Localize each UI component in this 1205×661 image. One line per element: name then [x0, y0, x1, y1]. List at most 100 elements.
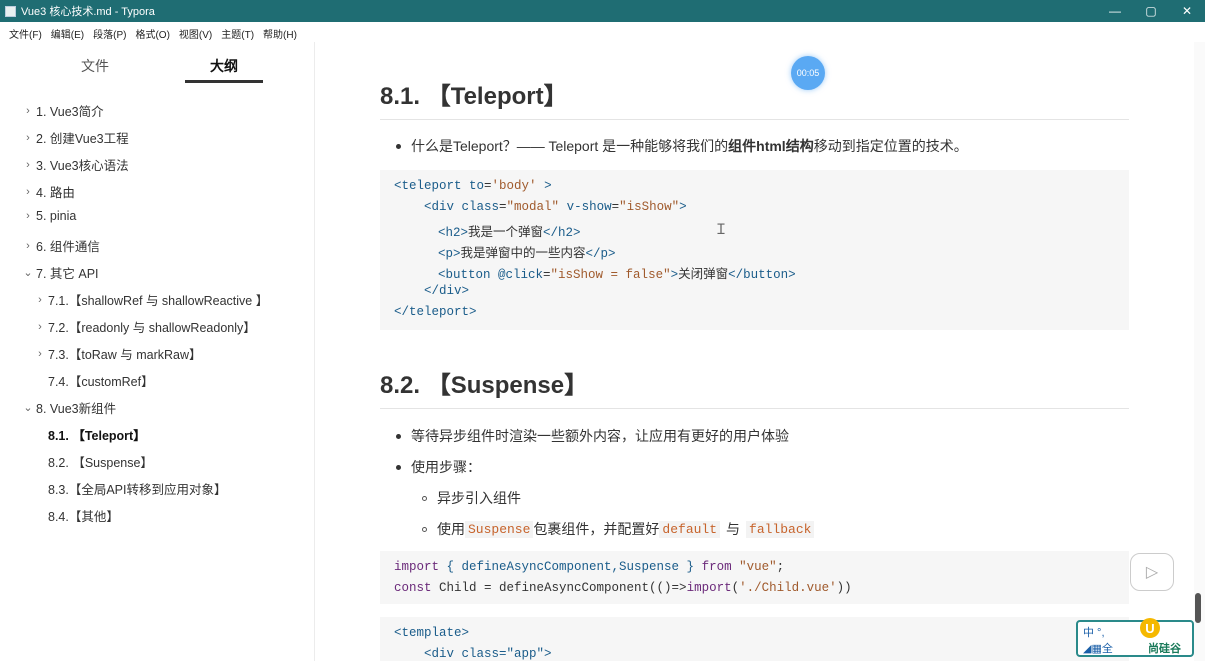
- tab-files[interactable]: 文件: [55, 56, 135, 76]
- menu-edit[interactable]: 编辑(E): [51, 26, 84, 41]
- menu-file[interactable]: 文件(F): [9, 26, 42, 41]
- outline-item-label: 8.1. 【Teleport】: [48, 429, 146, 443]
- bullet-icon: [396, 433, 401, 439]
- outline-item[interactable]: › 5. pinia: [22, 209, 76, 223]
- ime-widget[interactable]: 中 °, ◢▦全 U 尚硅谷: [1076, 618, 1194, 657]
- code-block-import[interactable]: import { defineAsyncComponent,Suspense }…: [380, 551, 1129, 604]
- heading-divider: [380, 408, 1129, 409]
- chevron-right-icon[interactable]: ›: [34, 348, 46, 360]
- ime-status-bottom: ◢▦全: [1083, 643, 1113, 655]
- chevron-right-icon[interactable]: ›: [22, 240, 34, 252]
- outline-item-active[interactable]: 8.1. 【Teleport】: [34, 425, 146, 444]
- brand-name: 尚硅谷: [1148, 643, 1181, 655]
- outline-item[interactable]: › 7.1.【shallowRef 与 shallowReactive 】: [34, 290, 268, 309]
- code-line: <div class="modal" v-show="isShow">: [424, 200, 687, 214]
- outline-item-label: 1. Vue3简介: [36, 105, 104, 119]
- chevron-right-icon[interactable]: ›: [22, 159, 34, 171]
- chevron-right-icon[interactable]: ›: [22, 132, 34, 144]
- active-tab-indicator: [185, 80, 263, 83]
- tab-outline[interactable]: 大纲: [184, 56, 264, 76]
- circle-bullet-icon: [422, 526, 427, 532]
- chevron-down-icon[interactable]: ⌄: [22, 266, 34, 279]
- brand-logo-icon: U: [1140, 618, 1160, 638]
- menu-help[interactable]: 帮助(H): [263, 26, 297, 41]
- heading-divider: [380, 119, 1129, 120]
- outline-item-label: 8.2. 【Suspense】: [48, 456, 153, 470]
- outline-item-label: 8.3.【全局API转移到应用对象】: [48, 483, 227, 497]
- sub-bullet: 使用 Suspense 包裹组件，并配置好 default 与 fallback: [422, 519, 815, 539]
- minimize-button[interactable]: —: [1097, 0, 1133, 22]
- menu-paragraph[interactable]: 段落(P): [93, 26, 126, 41]
- outline-item[interactable]: › 7.3.【toRaw 与 markRaw】: [34, 344, 201, 363]
- outline-item-label: 5. pinia: [36, 209, 77, 223]
- close-button[interactable]: ✕: [1169, 0, 1205, 22]
- sub-bullet: 异步引入组件: [422, 488, 521, 508]
- chevron-down-icon[interactable]: ⌄: [22, 401, 34, 414]
- code-block-teleport[interactable]: <teleport to='body' > <div class="modal"…: [380, 170, 1129, 330]
- para-text: 使用: [437, 521, 465, 537]
- bullet-icon: [396, 464, 401, 470]
- outline-item-label: 7.1.【shallowRef 与 shallowReactive 】: [48, 294, 269, 308]
- code-line: <teleport to='body' >: [394, 179, 552, 193]
- sidebar-tabs: 文件 大纲: [0, 42, 314, 90]
- circle-bullet-icon: [422, 495, 427, 501]
- menu-format[interactable]: 格式(O): [135, 26, 169, 41]
- chevron-right-icon[interactable]: ›: [22, 186, 34, 198]
- outline-item-label: 7.4.【customRef】: [48, 375, 154, 389]
- para-text: 等待异步组件时渲染一些额外内容，让应用有更好的用户体验: [411, 428, 789, 444]
- play-icon[interactable]: ▷: [1130, 553, 1174, 591]
- code-line: <h2>我是一个弹窗</h2>: [438, 226, 581, 240]
- outline-item-label: 4. 路由: [36, 186, 75, 200]
- outline-item[interactable]: 7.4.【customRef】: [34, 371, 154, 390]
- chevron-right-icon[interactable]: ›: [34, 294, 46, 306]
- outline-item-label: 6. 组件通信: [36, 240, 100, 254]
- bullet-paragraph: 什么是Teleport？—— Teleport 是一种能够将我们的 组件html结…: [396, 136, 968, 156]
- para-text: 什么是Teleport？—— Teleport 是一种能够将我们的: [411, 138, 729, 154]
- outline-item[interactable]: 8.3.【全局API转移到应用对象】: [34, 479, 227, 498]
- code-line: import { defineAsyncComponent,Suspense }…: [394, 560, 785, 574]
- code-line: </teleport>: [394, 305, 477, 319]
- para-bold: 组件html结构: [728, 138, 814, 154]
- chevron-right-icon[interactable]: ›: [22, 105, 34, 117]
- inline-code: Suspense: [465, 520, 534, 538]
- code-line: <div class="app">: [424, 647, 552, 661]
- restore-button[interactable]: ▢: [1133, 0, 1169, 22]
- para-text: 与: [726, 521, 741, 537]
- outline-item[interactable]: › 3. Vue3核心语法: [22, 155, 128, 174]
- outline-item[interactable]: 8.4.【其他】: [34, 506, 119, 525]
- outline-item[interactable]: › 7.2.【readonly 与 shallowReadonly】: [34, 317, 256, 336]
- outline-item-label: 8. Vue3新组件: [36, 402, 117, 416]
- bullet-paragraph: 等待异步组件时渲染一些额外内容，让应用有更好的用户体验: [396, 426, 789, 446]
- menu-bar: 文件(F) 编辑(E) 段落(P) 格式(O) 视图(V) 主题(T) 帮助(H…: [0, 24, 1205, 42]
- sidebar: 文件 大纲 › 1. Vue3简介 › 2. 创建Vue3工程 › 3. Vue3核心…: [0, 42, 315, 661]
- outline-item[interactable]: › 4. 路由: [22, 182, 75, 201]
- title-bar: Vue3 核心技术.md - Typora — ▢ ✕: [0, 0, 1205, 22]
- para-text: 包裹组件，并配置好: [533, 521, 660, 537]
- outline-item-label: 8.4.【其他】: [48, 510, 119, 524]
- code-block-template[interactable]: <template> <div class="app">: [380, 617, 1129, 661]
- outline-item[interactable]: ⌄ 8. Vue3新组件: [22, 398, 116, 417]
- outline-item[interactable]: › 1. Vue3简介: [22, 101, 104, 120]
- scrollbar-thumb[interactable]: [1195, 593, 1201, 623]
- code-line: <template>: [394, 626, 470, 640]
- inline-code: fallback: [746, 520, 815, 538]
- outline-item[interactable]: › 6. 组件通信: [22, 236, 100, 255]
- window-controls: — ▢ ✕: [1097, 0, 1205, 22]
- editor-area[interactable]: 8.1. 【Teleport】 什么是Teleport？—— Teleport …: [316, 42, 1196, 661]
- heading-suspense: 8.2. 【Suspense】: [380, 372, 589, 399]
- outline-item[interactable]: ⌄ 7. 其它 API: [22, 263, 99, 282]
- chevron-right-icon[interactable]: ›: [34, 321, 46, 333]
- chevron-right-icon[interactable]: ›: [22, 210, 34, 222]
- code-line: const Child = defineAsyncComponent(()=>i…: [394, 581, 852, 595]
- menu-theme[interactable]: 主题(T): [221, 26, 254, 41]
- window-title: Vue3 核心技术.md - Typora: [21, 6, 155, 18]
- outline-item[interactable]: › 2. 创建Vue3工程: [22, 128, 128, 147]
- outline-item[interactable]: 8.2. 【Suspense】: [34, 452, 153, 471]
- vertical-scrollbar[interactable]: [1194, 42, 1205, 661]
- outline-item-label: 7. 其它 API: [36, 267, 99, 281]
- menu-view[interactable]: 视图(V): [179, 26, 212, 41]
- bullet-icon: [396, 143, 401, 149]
- heading-teleport: 8.1. 【Teleport】: [380, 83, 568, 110]
- typora-app-icon: [5, 5, 16, 17]
- text-cursor-icon: Ｉ: [714, 221, 728, 237]
